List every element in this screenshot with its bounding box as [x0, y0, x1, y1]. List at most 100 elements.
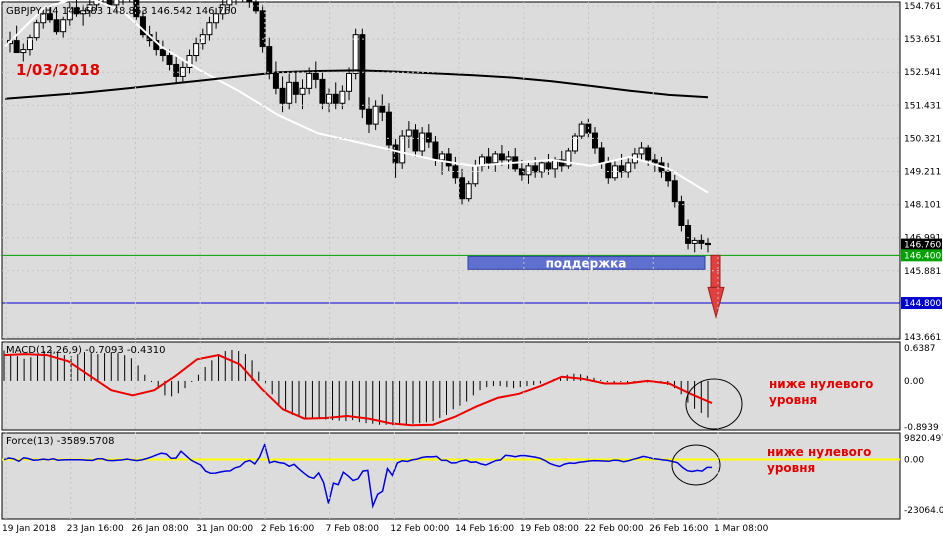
- candle-body: [306, 72, 313, 89]
- candle-body: [339, 90, 346, 104]
- support-label: поддержка: [546, 256, 627, 270]
- candle-body: [425, 132, 432, 143]
- macd-header: MACD(12,26,9) -0.7093 -0.4310: [6, 345, 166, 356]
- candle-body: [691, 239, 698, 244]
- y-tick-label: 150.321: [904, 134, 941, 144]
- force-panel: [1, 432, 901, 520]
- candle-body: [279, 87, 286, 104]
- candle-body: [346, 72, 353, 92]
- macd-y-tick-label: -0.8939: [904, 423, 939, 433]
- candle-body: [605, 162, 612, 179]
- price-panel: [1, 1, 901, 340]
- y-tick-label: 149.211: [904, 168, 941, 178]
- candle-body: [459, 177, 466, 200]
- candle-body: [259, 10, 266, 48]
- x-tick-label: 31 Jan 00:00: [196, 524, 253, 534]
- x-tick-label: 19 Feb 08:00: [520, 524, 579, 534]
- macd-annotation-line1: ниже нулевого: [769, 377, 873, 391]
- candle-body: [159, 49, 166, 57]
- candle-body: [678, 201, 685, 227]
- x-tick-label: 23 Jan 16:00: [67, 524, 124, 534]
- macd-y-tick-label: 0.6387: [904, 344, 936, 354]
- current-price-tag-label: 146.760: [904, 241, 941, 251]
- candle-body: [399, 135, 406, 164]
- y-tick-label: 145.881: [904, 267, 941, 277]
- candle-body: [685, 225, 692, 244]
- candle-body: [286, 81, 293, 104]
- x-tick-label: 26 Jan 08:00: [131, 524, 188, 534]
- candle-body: [332, 93, 339, 104]
- candle-body: [698, 239, 705, 244]
- force-y-tick-label: 0.00: [904, 456, 924, 466]
- candle-body: [299, 87, 306, 95]
- symbol-header: GBPJPY,H4 148.683 148.863 146.542 146.76…: [6, 6, 237, 17]
- candle-body: [246, 0, 253, 3]
- candle-body: [379, 105, 386, 113]
- candle-body: [266, 46, 273, 74]
- y-tick-label: 143.661: [904, 333, 941, 343]
- x-tick-label: 2 Feb 16:00: [261, 524, 315, 534]
- force-annotation-line2: уровня: [767, 461, 815, 475]
- macd-y-tick-label: 0.00: [904, 377, 924, 387]
- y-tick-label: 154.761: [904, 2, 941, 12]
- force-annotation-line1: ниже нулевого: [767, 445, 871, 459]
- arrow-shaft: [710, 254, 721, 288]
- candle-body: [20, 49, 27, 54]
- x-tick-label: 22 Feb 00:00: [585, 524, 644, 534]
- candle-body: [645, 147, 652, 161]
- candle-body: [226, 0, 233, 6]
- candle-body: [312, 72, 319, 80]
- candle-body: [498, 153, 505, 161]
- candle-body: [419, 132, 426, 152]
- candle-body: [106, 0, 113, 6]
- candle-body: [352, 34, 359, 74]
- candle-body: [618, 165, 625, 173]
- candle-body: [365, 108, 372, 125]
- candle-body: [405, 129, 412, 137]
- candle-body: [538, 162, 545, 173]
- candle-body: [625, 162, 632, 173]
- force-y-tick-label: -23064.00: [904, 506, 943, 516]
- candle-body: [193, 43, 200, 57]
- candle-body: [465, 183, 472, 200]
- candle-body: [13, 40, 20, 54]
- x-tick-label: 19 Jan 2018: [2, 524, 56, 534]
- x-tick-label: 12 Feb 00:00: [390, 524, 449, 534]
- date-label: 1/03/2018: [16, 61, 100, 79]
- y-tick-label: 153.651: [904, 35, 941, 45]
- y-tick-label: 151.431: [904, 101, 941, 111]
- candle-body: [525, 165, 532, 176]
- candle-body: [319, 78, 326, 104]
- candle-body: [439, 153, 446, 161]
- candle-body: [113, 0, 120, 6]
- candle-body: [598, 147, 605, 164]
- x-tick-label: 1 Mar 08:00: [714, 524, 769, 534]
- x-tick-label: 14 Feb 16:00: [455, 524, 514, 534]
- macd-annotation-line2: уровня: [769, 393, 817, 407]
- candle-body: [505, 156, 512, 161]
- candle-body: [578, 123, 585, 137]
- candle-body: [705, 242, 711, 246]
- chart-canvas: поддержка 19 Jan 2018 23 Jan 16:00 26 Jan …: [0, 0, 943, 539]
- candle-body: [166, 55, 173, 65]
- candle-body: [665, 171, 672, 182]
- chart-window: поддержка 19 Jan 2018 23 Jan 16:00 26 Jan …: [0, 0, 943, 539]
- candle-body: [272, 72, 279, 89]
- candle-body: [532, 165, 539, 173]
- candle-body: [472, 165, 479, 185]
- candle-body: [671, 180, 678, 203]
- candle-body: [432, 141, 439, 161]
- candle-body: [173, 63, 180, 77]
- candle-body: [445, 153, 452, 167]
- candle-body: [292, 81, 299, 95]
- candle-body: [326, 93, 333, 104]
- force-y-tick-label: 9820.4970: [904, 434, 943, 444]
- candle-body: [638, 147, 645, 155]
- candle-body: [53, 19, 60, 33]
- candle-body: [206, 22, 213, 36]
- candle-body: [591, 132, 598, 149]
- support-price-tag-label: 146.400: [904, 251, 941, 261]
- x-tick-label: 26 Feb 16:00: [649, 524, 708, 534]
- force-header: Force(13) -3589.5708: [6, 436, 114, 447]
- candle-body: [412, 129, 419, 152]
